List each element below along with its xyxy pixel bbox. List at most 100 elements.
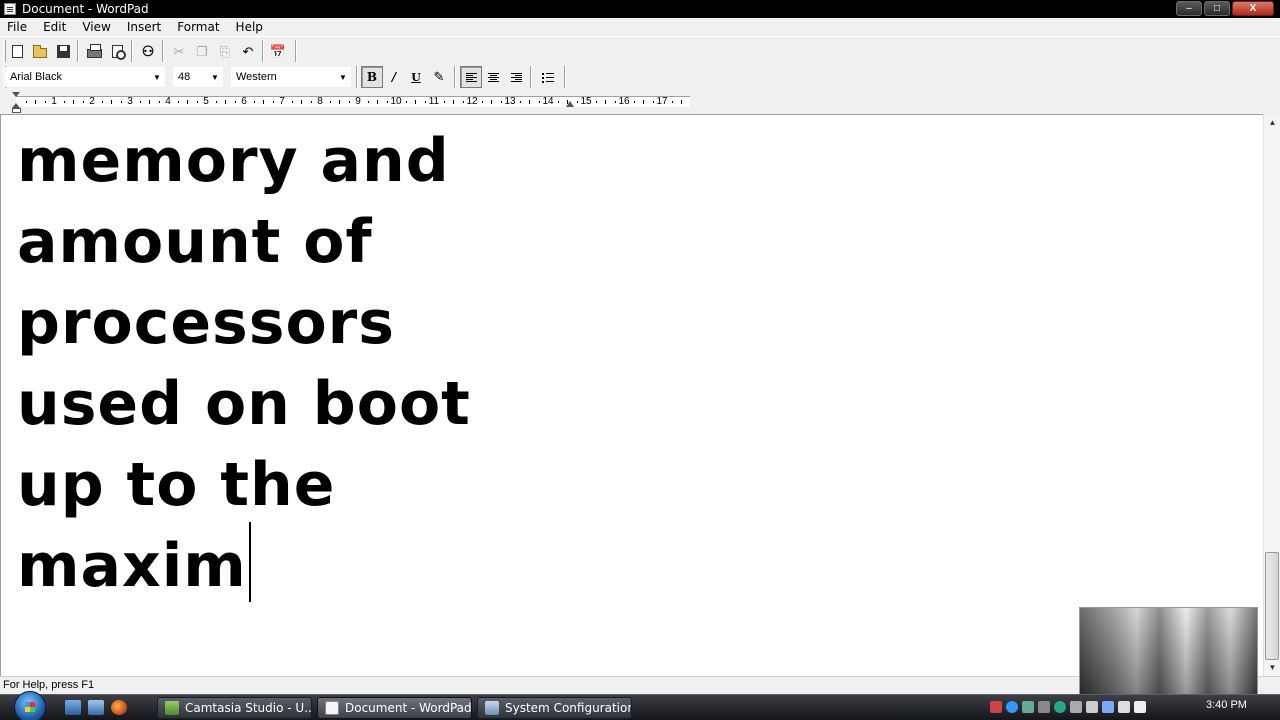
system-configuration-icon	[485, 701, 499, 715]
task-label: Camtasia Studio - U...	[185, 701, 312, 715]
taskbar-item-system-configuration[interactable]: System Configuration	[477, 697, 632, 719]
ruler-tick	[653, 101, 654, 103]
scroll-thumb[interactable]	[1265, 552, 1279, 660]
scroll-up-arrow-icon[interactable]: ▲	[1264, 114, 1280, 131]
tray-app-icon[interactable]	[1022, 701, 1034, 713]
new-button[interactable]	[6, 40, 28, 62]
print-preview-button[interactable]	[106, 40, 128, 62]
color-button[interactable]: ✎	[428, 66, 450, 88]
left-indent-marker[interactable]	[12, 108, 21, 113]
tray-app-icon[interactable]	[1038, 701, 1050, 713]
font-size-combo[interactable]: 48 ▼	[173, 67, 223, 87]
format-bar: Arial Black ▼ 48 ▼ Western ▼ B / U ✎	[0, 64, 1280, 90]
align-left-button[interactable]	[460, 66, 482, 88]
ruler-number: 12	[466, 96, 478, 107]
tray-app-icon[interactable]	[990, 701, 1002, 713]
date-time-icon: 📅	[269, 43, 287, 59]
menu-format[interactable]: Format	[169, 20, 227, 34]
bullets-icon	[541, 72, 554, 83]
print-preview-icon	[111, 44, 126, 60]
ruler-tick	[368, 101, 369, 103]
toolbar-separator	[131, 40, 133, 62]
tray-network-icon[interactable]	[1006, 701, 1018, 713]
tray-volume-icon[interactable]	[1134, 701, 1146, 713]
tray-app-icon[interactable]	[1086, 701, 1098, 713]
ruler-tick	[643, 100, 644, 104]
date-time-button[interactable]: 📅	[267, 40, 289, 62]
ruler-number: 8	[317, 96, 323, 107]
wordpad-icon[interactable]	[4, 3, 16, 15]
ruler-tick	[225, 100, 226, 104]
ruler-tick	[349, 101, 350, 103]
ruler-number: 11	[428, 96, 440, 107]
text-caret	[248, 522, 251, 602]
bold-button[interactable]: B	[361, 66, 383, 88]
switch-windows-icon[interactable]	[88, 700, 104, 715]
undo-button[interactable]: ↶	[237, 40, 259, 62]
menu-insert[interactable]: Insert	[119, 20, 169, 34]
vertical-scrollbar[interactable]: ▲ ▼	[1263, 114, 1280, 676]
ruler-tick	[45, 101, 46, 103]
menu-file[interactable]: File	[0, 20, 35, 34]
show-desktop-icon[interactable]	[65, 700, 81, 715]
ruler-tick	[634, 101, 635, 103]
ruler-tick	[453, 100, 454, 104]
taskbar-item-camtasia[interactable]: Camtasia Studio - U...	[157, 697, 312, 719]
ruler-number: 7	[279, 96, 285, 107]
menu-edit[interactable]: Edit	[35, 20, 74, 34]
save-button[interactable]	[52, 40, 74, 62]
ruler-tick	[672, 101, 673, 103]
ruler-tick	[254, 101, 255, 103]
document-text[interactable]: memory and amount of processors used on …	[17, 121, 1217, 607]
ruler-track[interactable]: 1 2 3 4 5 6 7 8 9 10 11 12 13 14 15 16 17	[16, 96, 690, 107]
maximize-button[interactable]: □	[1204, 1, 1230, 16]
toolbar-separator	[162, 40, 164, 62]
tray-app-icon[interactable]	[1070, 701, 1082, 713]
tray-app-icon[interactable]	[1118, 701, 1130, 713]
script-combo[interactable]: Western ▼	[231, 67, 351, 87]
document-area[interactable]: memory and amount of processors used on …	[0, 114, 1263, 676]
bullets-button[interactable]	[536, 66, 558, 88]
task-label: Document - WordPad	[345, 701, 472, 715]
right-indent-marker[interactable]	[566, 101, 574, 107]
ruler-tick	[197, 101, 198, 103]
chevron-down-icon[interactable]: ▼	[336, 68, 350, 86]
tray-app-icon[interactable]	[1102, 701, 1114, 713]
font-name-combo[interactable]: Arial Black ▼	[5, 67, 165, 87]
toolbar-separator	[356, 66, 358, 88]
ruler-number: 17	[656, 96, 668, 107]
align-right-icon	[510, 72, 522, 82]
menu-view[interactable]: View	[74, 20, 118, 34]
italic-button[interactable]: /	[383, 66, 405, 88]
firefox-icon[interactable]	[111, 700, 127, 715]
print-button[interactable]	[83, 40, 105, 62]
menu-help[interactable]: Help	[228, 20, 271, 34]
clock[interactable]: 3:40 PM	[1206, 699, 1247, 711]
ruler-tick	[539, 101, 540, 103]
paste-button[interactable]: ⎘	[214, 40, 236, 62]
document-line-last: maxim	[17, 522, 1217, 607]
close-button[interactable]: X	[1232, 1, 1274, 16]
ruler-tick	[387, 101, 388, 103]
first-line-indent-marker[interactable]	[12, 92, 20, 97]
cut-button[interactable]: ✂	[168, 40, 190, 62]
tray-security-icon[interactable]	[1054, 701, 1066, 713]
align-right-button[interactable]	[505, 66, 527, 88]
minimize-button[interactable]: –	[1176, 1, 1202, 16]
scroll-down-arrow-icon[interactable]: ▼	[1264, 659, 1280, 676]
ruler-number: 16	[618, 96, 630, 107]
chevron-down-icon[interactable]: ▼	[208, 68, 222, 86]
task-label: System Configuration	[505, 701, 632, 715]
taskbar-item-wordpad[interactable]: Document - WordPad	[317, 697, 472, 719]
ruler-tick	[140, 101, 141, 103]
find-button[interactable]: ⚇	[137, 40, 159, 62]
copy-button[interactable]: ❐	[191, 40, 213, 62]
find-icon: ⚇	[141, 42, 155, 59]
align-center-button[interactable]	[482, 66, 504, 88]
underline-button[interactable]: U	[405, 66, 427, 88]
wordpad-icon	[325, 701, 339, 715]
open-button[interactable]	[29, 40, 51, 62]
chevron-down-icon[interactable]: ▼	[150, 68, 164, 86]
start-button[interactable]	[14, 691, 46, 720]
ruler-tick	[111, 100, 112, 104]
